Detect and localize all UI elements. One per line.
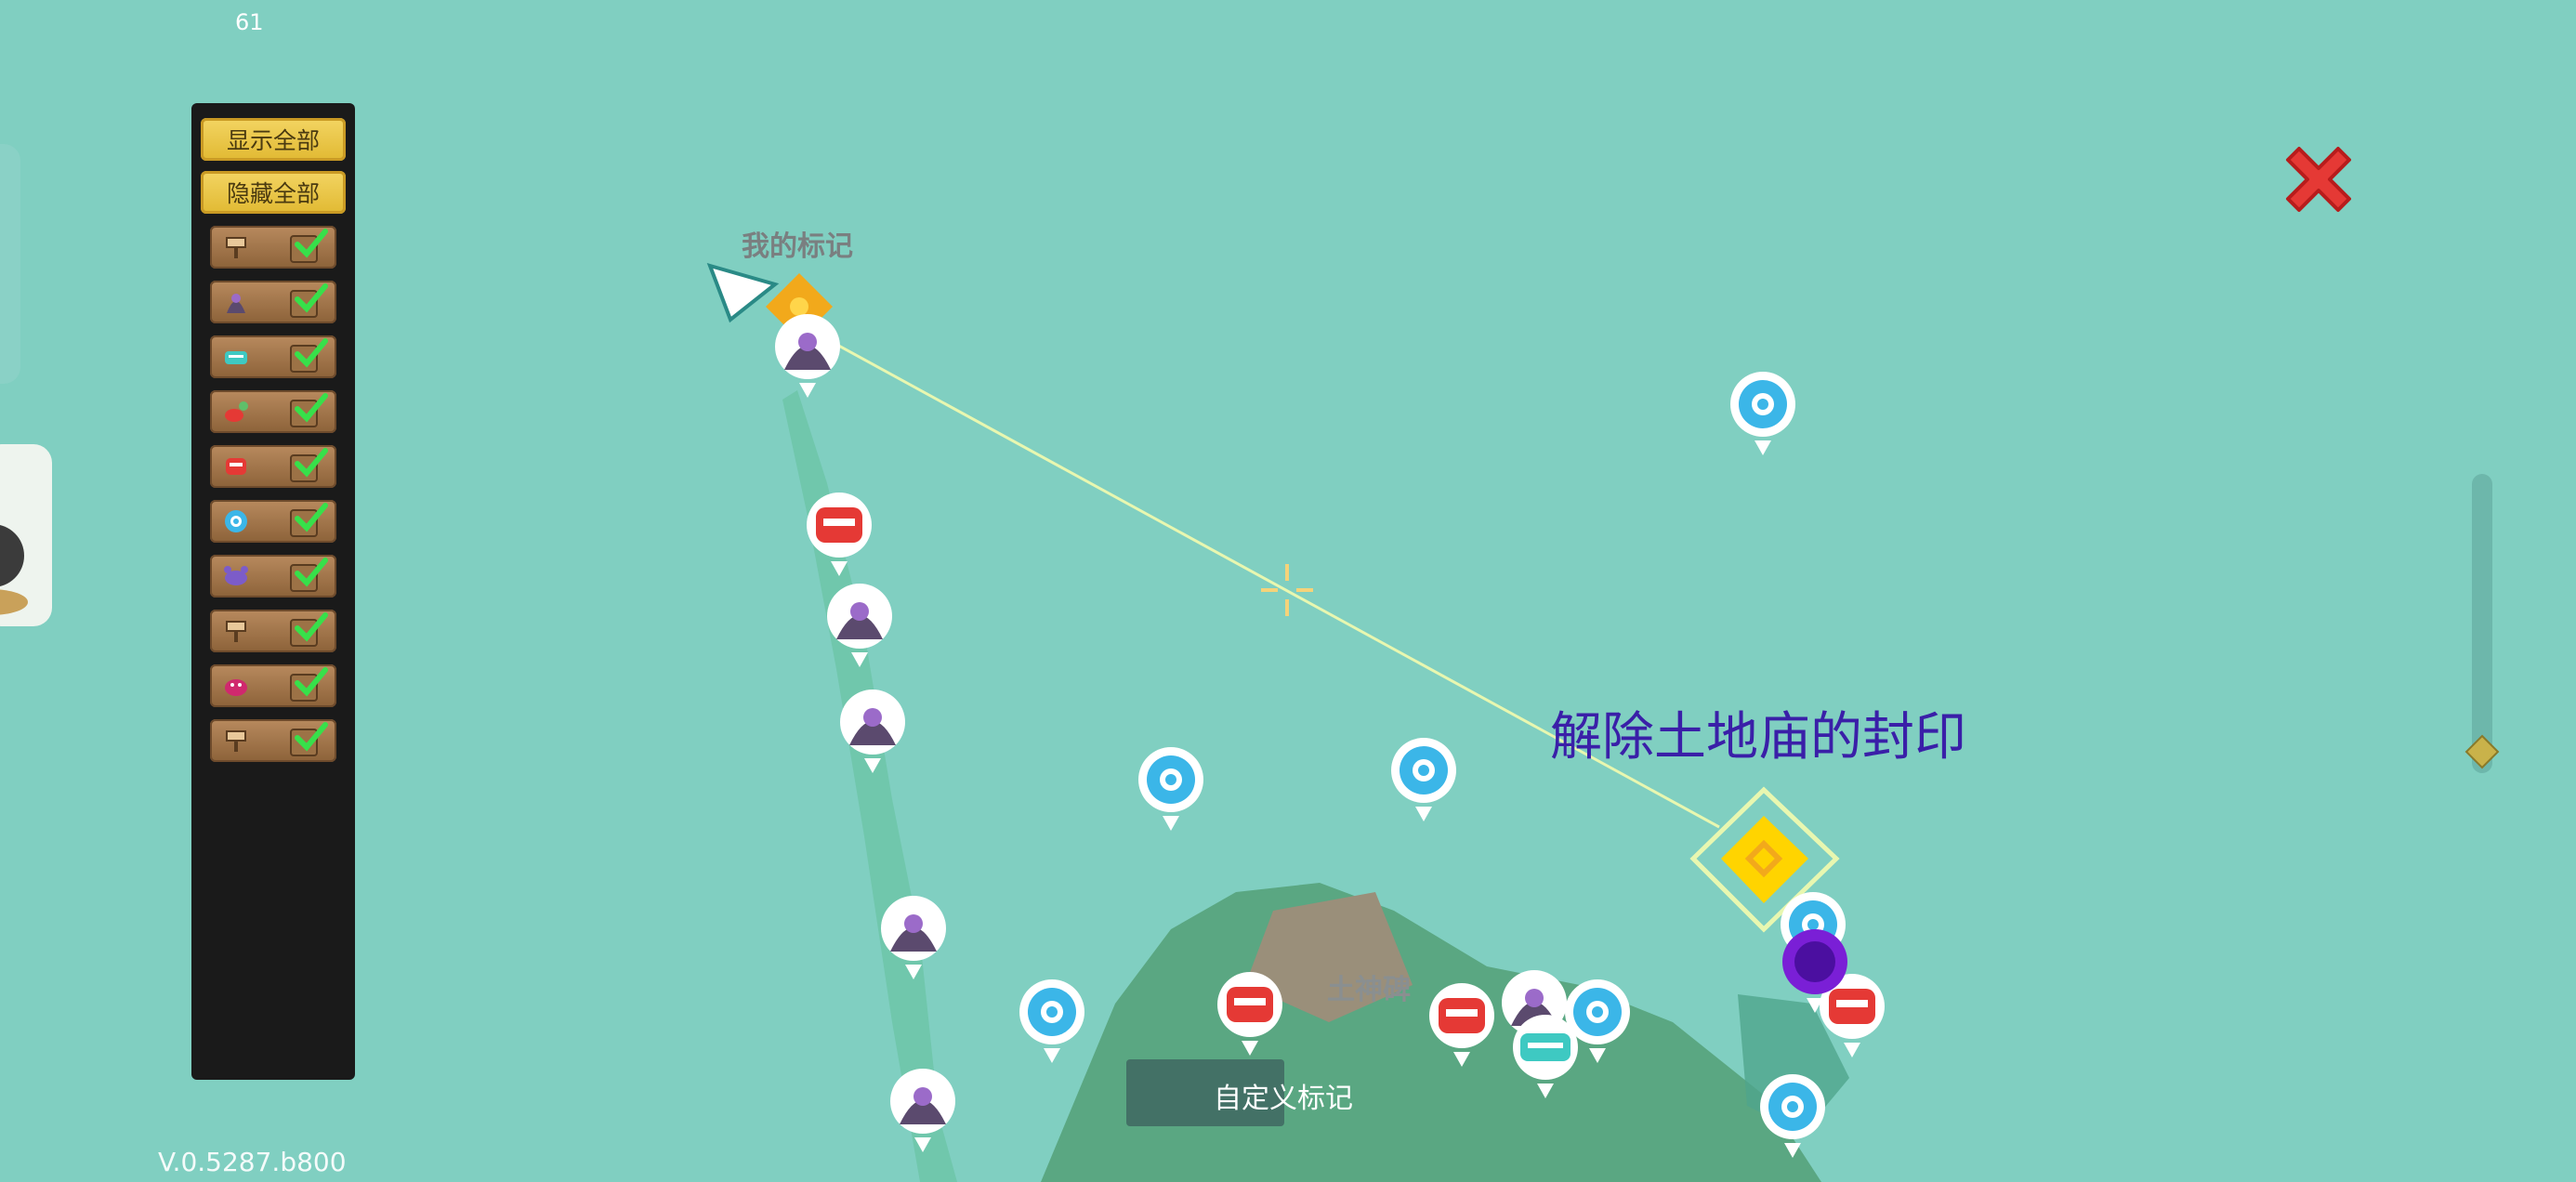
swirl-portal-pin[interactable]	[1727, 372, 1799, 461]
crosshair-icon	[1261, 564, 1313, 616]
red-monster-pin[interactable]	[803, 492, 875, 582]
swirl-portal-pin[interactable]	[1387, 738, 1460, 827]
landmark-label: 土神碑	[1327, 974, 1411, 1006]
hooded-figure-pin[interactable]	[771, 314, 844, 403]
custom-marker-label: 自定义标记	[1214, 1083, 1353, 1115]
red-monster-pin[interactable]	[1214, 972, 1286, 1061]
teleport-pad-pin[interactable]	[1509, 1015, 1582, 1104]
purple-portal-pin[interactable]	[1779, 929, 1851, 1018]
player-arrow-icon	[706, 262, 780, 323]
hooded-figure-pin[interactable]	[836, 690, 909, 779]
my-marker-label: 我的标记	[742, 230, 853, 263]
quest-objective-label: 解除土地庙的封印	[1550, 707, 1966, 768]
close-icon[interactable]	[2279, 139, 2359, 219]
swirl-portal-pin[interactable]	[1756, 1074, 1829, 1163]
zoom-slider-track[interactable]	[2472, 474, 2492, 773]
zoom-slider-handle[interactable]	[2464, 734, 2500, 769]
hooded-figure-pin[interactable]	[823, 584, 896, 673]
hooded-figure-pin[interactable]	[877, 896, 950, 985]
red-monster-pin[interactable]	[1426, 983, 1498, 1072]
hooded-figure-pin[interactable]	[887, 1069, 959, 1158]
swirl-portal-pin[interactable]	[1016, 979, 1088, 1069]
swirl-portal-pin[interactable]	[1135, 747, 1207, 836]
